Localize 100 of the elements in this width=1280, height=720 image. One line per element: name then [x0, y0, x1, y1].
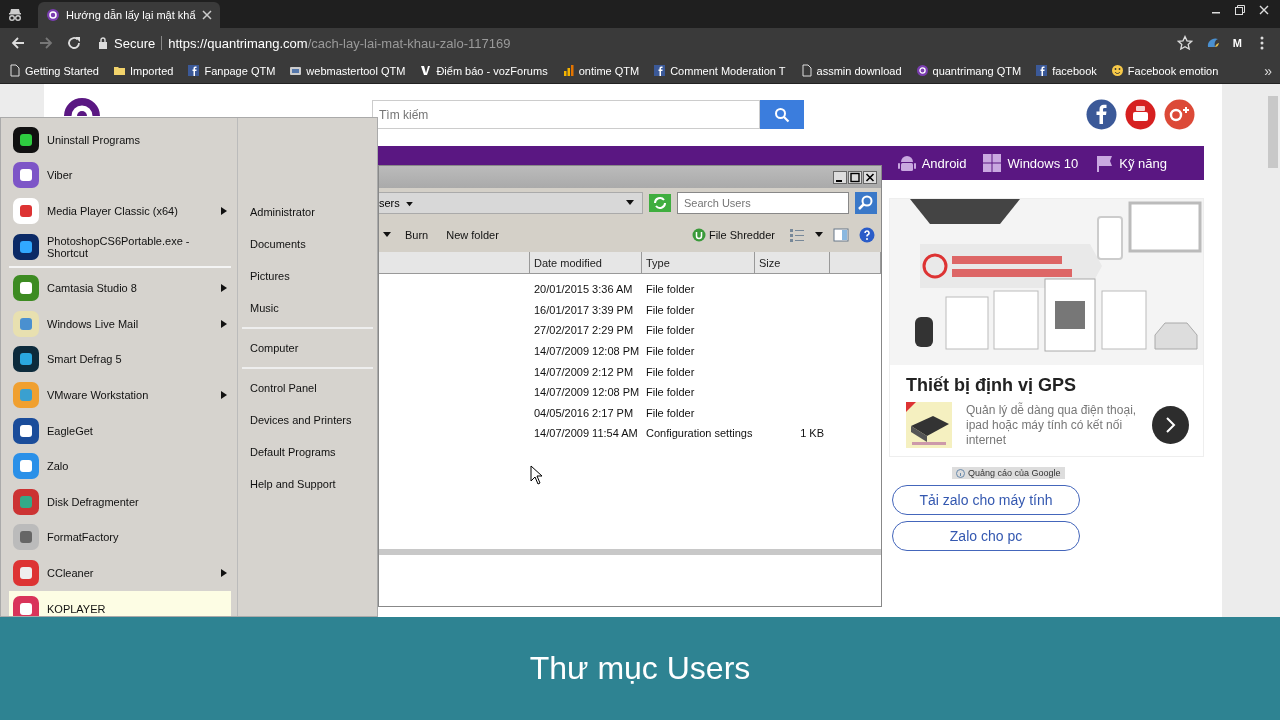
- menu-item[interactable]: Music: [238, 292, 377, 324]
- menu-item[interactable]: Pictures: [238, 260, 377, 292]
- caret-icon[interactable]: [815, 232, 823, 238]
- bookmark-link[interactable]: Fanpage QTM: [187, 64, 276, 77]
- reload-icon[interactable]: [66, 35, 82, 51]
- toolbar-button[interactable]: File Shredder: [687, 228, 779, 242]
- menu-item[interactable]: Help and Support: [242, 468, 373, 500]
- app-icon: [11, 415, 41, 446]
- search-icon[interactable]: [855, 192, 877, 214]
- ad-card[interactable]: Thiết bị định vị GPS Quản lý dễ dàng qua điện thoại, ipad hoặc máy tính có kết nối internet: [889, 198, 1204, 457]
- bookmark-link[interactable]: Điểm báo - vozForums: [419, 64, 548, 77]
- app-icon: [11, 557, 41, 588]
- address-bar[interactable]: Secure https://quantrimang.com/cach-lay-lai-mat-khau-zalo-117169: [94, 31, 1165, 55]
- menu-item[interactable]: Control Panel: [242, 372, 373, 404]
- flag-icon: [1094, 153, 1115, 173]
- ad-description: Quản lý dễ dàng qua điện thoại, ipad hoặc máy tính có kết nối internet: [966, 402, 1138, 448]
- bookmark-link[interactable]: Facebook emotion: [1110, 64, 1219, 77]
- preview-pane-icon[interactable]: [833, 227, 849, 243]
- lock-icon: [98, 37, 108, 49]
- info-icon: [956, 468, 965, 478]
- menu-item[interactable]: Default Programs: [242, 436, 373, 468]
- facebook-icon[interactable]: [1086, 99, 1117, 130]
- program-item[interactable]: Camtasia Studio 8: [9, 270, 231, 306]
- submenu-arrow-icon: [221, 568, 227, 577]
- table-cell-text: Configuration settings: [645, 427, 754, 440]
- star-icon[interactable]: [1176, 35, 1193, 51]
- program-item[interactable]: EagleGet: [9, 412, 231, 449]
- browser-tab[interactable]: Hướng dẫn lấy lại mật khẩ: [38, 2, 220, 28]
- program-item[interactable]: Zalo: [9, 448, 231, 484]
- toolbar-button[interactable]: New folder: [442, 229, 503, 241]
- close-icon[interactable]: [863, 170, 877, 184]
- minimize-icon[interactable]: [833, 170, 847, 184]
- profile-button[interactable]: M: [1232, 37, 1242, 49]
- table-cell-text: File folder: [645, 386, 696, 399]
- nav-link[interactable]: Kỹ năng: [1094, 153, 1167, 173]
- logo-icon: [419, 64, 433, 77]
- page-icon: [799, 64, 813, 77]
- caption-text: Thư mục Users: [529, 650, 751, 687]
- forward-icon[interactable]: [38, 35, 54, 51]
- address-bar[interactable]: sers: [379, 192, 643, 214]
- menu-item[interactable]: Documents: [238, 228, 377, 260]
- program-item[interactable]: Viber: [9, 157, 231, 194]
- program-item[interactable]: Windows Live Mail: [9, 305, 231, 342]
- program-item[interactable]: Uninstall Programs: [9, 122, 231, 158]
- menu-item[interactable]: Devices and Printers: [242, 404, 373, 436]
- bookmark-link[interactable]: Getting Started: [8, 64, 99, 77]
- table-cell-text: 27/02/2017 2:29 PM: [533, 324, 635, 337]
- secure-label: Secure: [114, 35, 156, 51]
- more-bookmarks-button[interactable]: »: [1264, 62, 1272, 79]
- program-item[interactable]: KOPLAYER: [9, 590, 231, 616]
- program-item[interactable]: Disk Defragmenter: [9, 483, 231, 520]
- program-item[interactable]: FormatFactory: [9, 519, 231, 556]
- bookmark-link[interactable]: ontime QTM: [561, 64, 640, 77]
- breadcrumb[interactable]: sers: [379, 197, 400, 209]
- toolbar-button[interactable]: Burn: [401, 229, 433, 241]
- column-header[interactable]: Date modified: [530, 252, 642, 273]
- program-item[interactable]: VMware Workstation: [9, 377, 231, 413]
- maximize-icon[interactable]: [848, 170, 862, 184]
- google-plus-icon[interactable]: [1164, 99, 1195, 130]
- scrollbar-thumb[interactable]: [1268, 96, 1278, 168]
- search-button[interactable]: [760, 100, 804, 129]
- folder-icon: [113, 64, 126, 77]
- bookmark-link[interactable]: facebook: [1035, 64, 1097, 77]
- table-cell-text: File folder: [645, 365, 696, 378]
- help-icon[interactable]: [859, 227, 875, 243]
- nav-link[interactable]: Android: [896, 153, 967, 173]
- app-icon: [11, 160, 41, 191]
- search-field[interactable]: Tìm kiếm: [372, 100, 760, 129]
- menu-item[interactable]: Computer: [242, 332, 373, 364]
- shredder-icon: [691, 228, 706, 242]
- table-cell-text: File folder: [645, 324, 696, 337]
- back-icon[interactable]: [10, 35, 26, 51]
- download-button[interactable]: Tải zalo cho máy tính: [892, 485, 1080, 515]
- column-header[interactable]: Size: [755, 252, 830, 273]
- bookmark-link[interactable]: Comment Moderation T: [653, 64, 786, 77]
- bookmark-link[interactable]: assmin download: [799, 64, 902, 77]
- program-item[interactable]: Smart Defrag 5: [9, 341, 231, 378]
- caret-icon[interactable]: [383, 232, 391, 238]
- site-icon: [289, 64, 303, 77]
- ad-badge[interactable]: Quảng cáo của Google: [952, 467, 1065, 479]
- download-button[interactable]: Zalo cho pc: [892, 521, 1080, 551]
- menu-item[interactable]: Administrator: [238, 196, 377, 228]
- nav-link[interactable]: Windows 10: [982, 153, 1079, 173]
- next-button[interactable]: [1152, 406, 1189, 444]
- refresh-icon[interactable]: [649, 194, 671, 212]
- tab-title: Hướng dẫn lấy lại mật khẩ: [66, 9, 196, 21]
- chart-icon: [561, 64, 575, 77]
- table-cell-text: File folder: [645, 283, 696, 296]
- caret-icon: [405, 202, 413, 207]
- column-header[interactable]: Type: [642, 252, 755, 273]
- program-item[interactable]: PhotoshopCS6Portable.exe - Shortcut: [9, 228, 231, 265]
- restore-icon[interactable]: [1234, 4, 1246, 16]
- table-cell-text: File folder: [645, 345, 696, 358]
- table-cell-text: 16/01/2017 3:39 PM: [533, 303, 635, 316]
- bookmark-link[interactable]: Imported: [113, 64, 174, 77]
- bookmark-link[interactable]: quantrimang QTM: [915, 64, 1022, 77]
- program-item[interactable]: Media Player Classic (x64): [9, 193, 231, 229]
- bookmark-link[interactable]: webmastertool QTM: [289, 64, 406, 77]
- search-field[interactable]: Search Users: [677, 192, 849, 214]
- program-item[interactable]: CCleaner: [9, 555, 231, 591]
